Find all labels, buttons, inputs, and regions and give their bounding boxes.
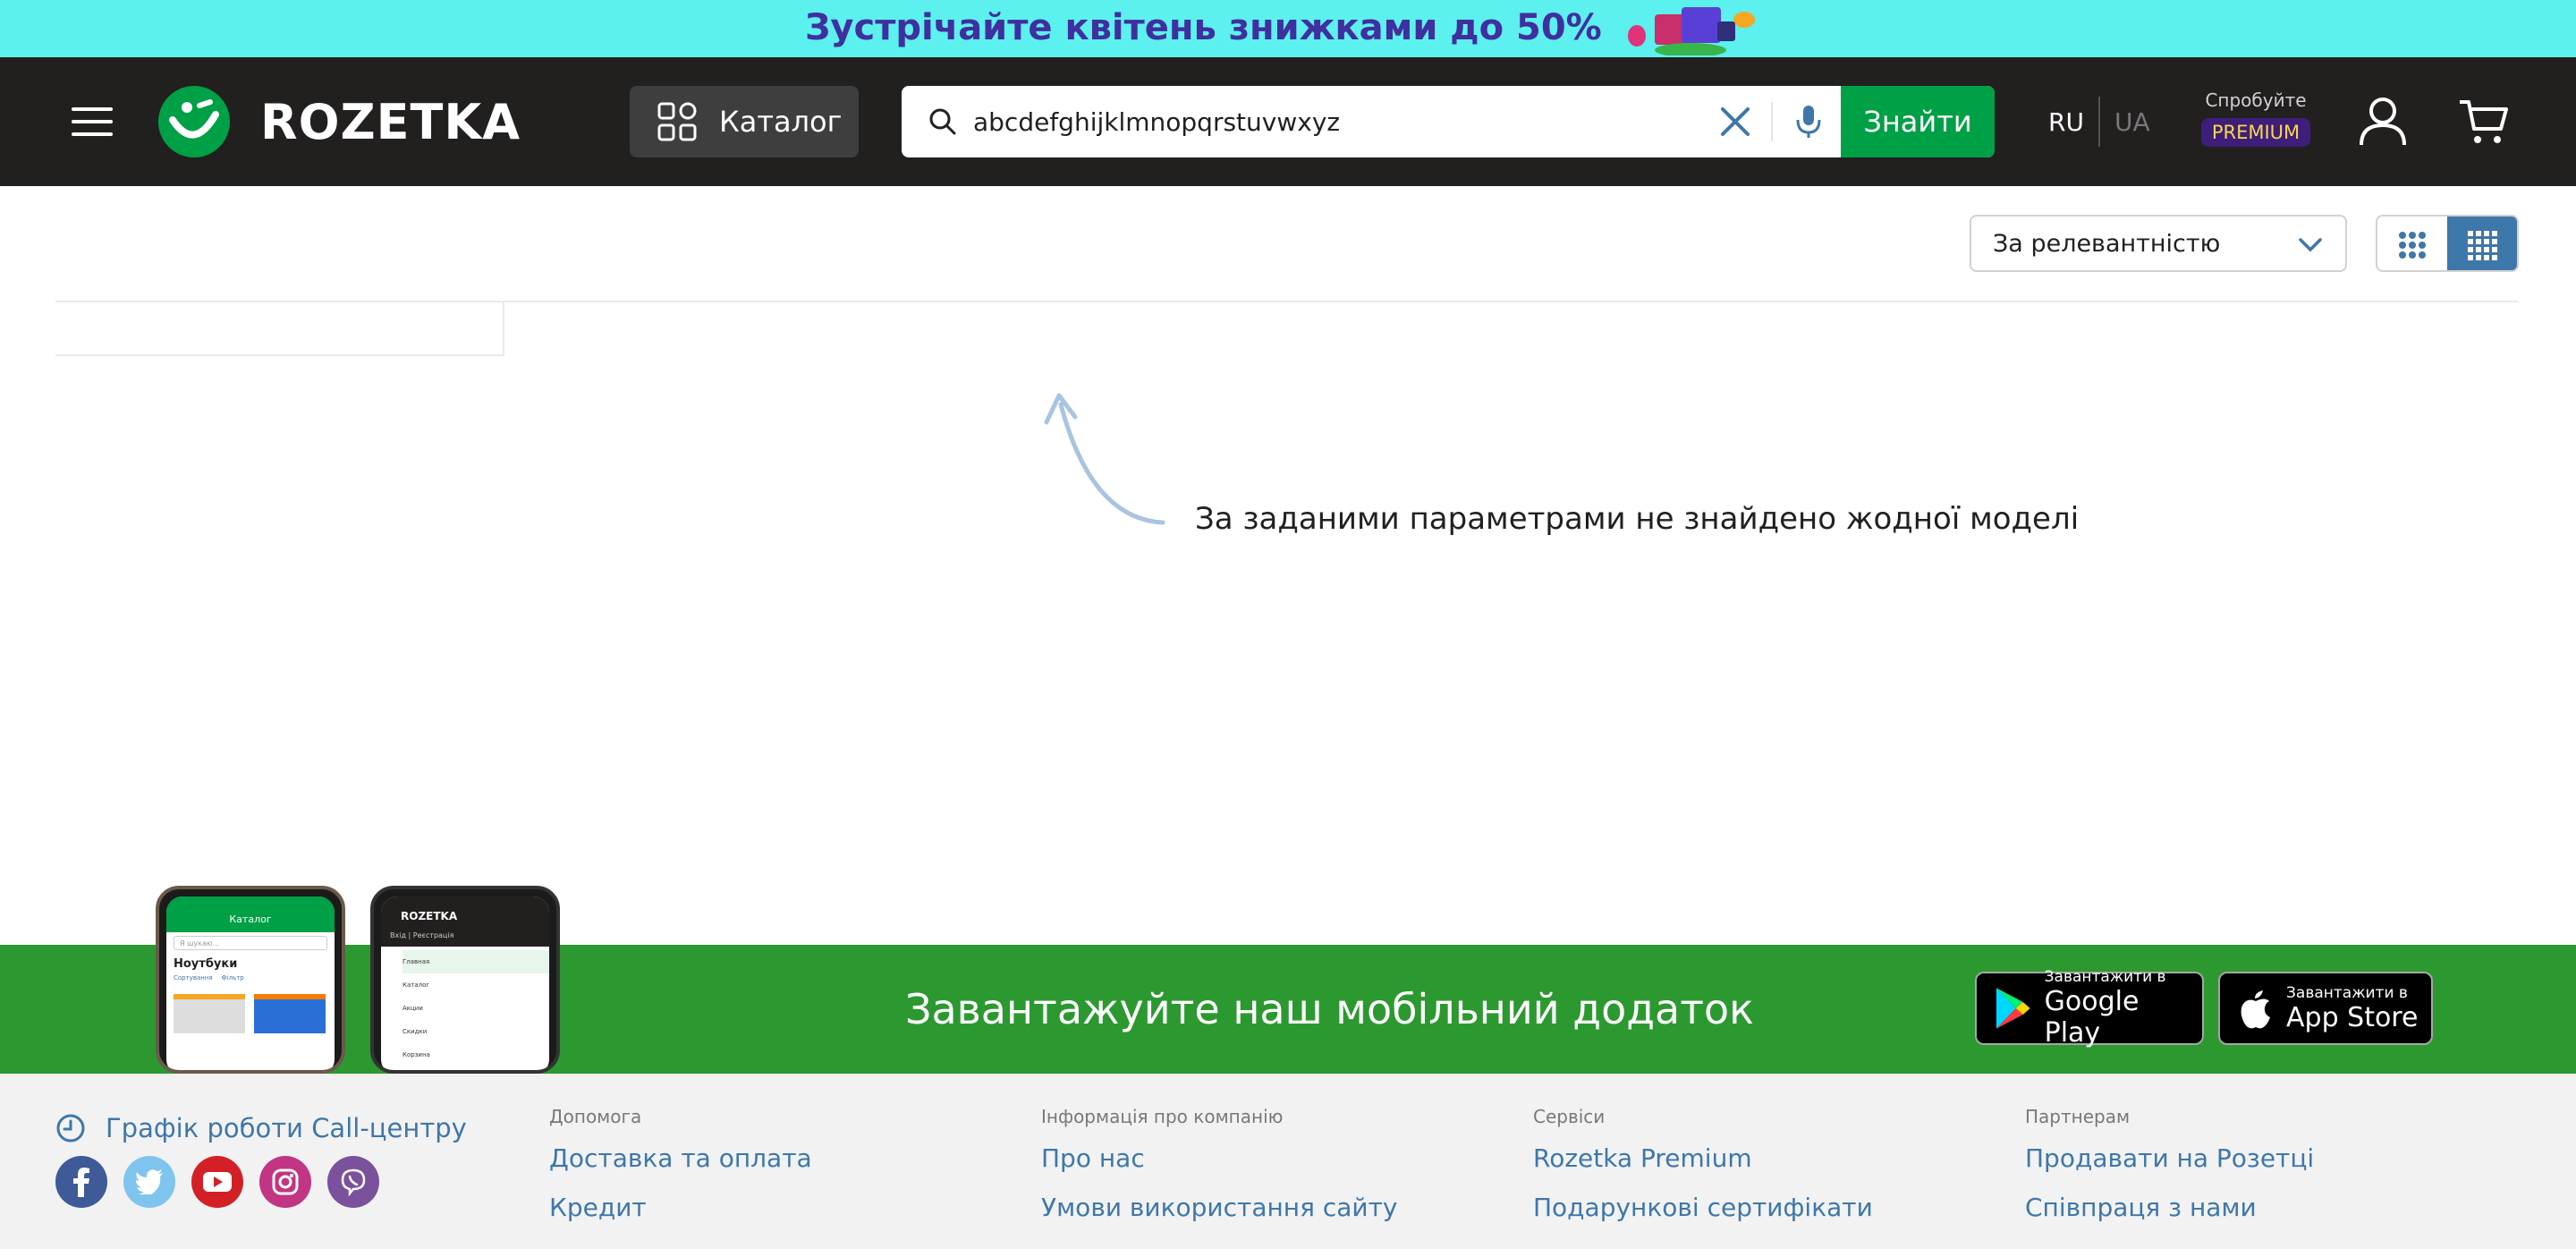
- catalog-label: Каталог: [719, 105, 843, 139]
- footer-column-title: Допомога: [549, 1106, 642, 1127]
- callcenter-link[interactable]: Графік роботи Call-центру: [55, 1113, 467, 1143]
- logo[interactable]: ROZETKA: [157, 84, 521, 159]
- phone2-menu-sales: Скидки: [402, 1028, 428, 1035]
- grid-small-button[interactable]: [2447, 217, 2517, 270]
- lang-ua[interactable]: UA: [2114, 107, 2150, 137]
- phone2-logo: ROZETKA: [381, 896, 549, 927]
- chevron-down-icon: [2299, 238, 2322, 252]
- apple-icon: [2241, 990, 2270, 1029]
- phone-mockup-catalog: Каталог Я шукаю... Ноутбуки Сортування Ф…: [156, 886, 345, 1074]
- curved-arrow-icon: [1044, 393, 1165, 525]
- site-header: ROZETKA Каталог Знайти RU UA: [0, 57, 2576, 186]
- search-bar: Знайти: [902, 86, 1995, 157]
- google-play-small: Завантажити в: [2044, 968, 2166, 986]
- catalog-button[interactable]: Каталог: [630, 86, 859, 157]
- footer-link[interactable]: Доставка та оплата: [549, 1143, 812, 1173]
- app-banner-title: Завантажуйте наш мобільний додаток: [905, 985, 1754, 1033]
- premium-try-label: Спробуйте: [2205, 89, 2307, 111]
- footer-column-partners: Партнерам Продавати на Розетці Співпраця…: [2025, 1106, 2314, 1242]
- google-play-text: Завантажити в Google Play: [2045, 968, 2202, 1049]
- filter-sidebar: [55, 302, 504, 356]
- footer-link[interactable]: Про нас: [1041, 1143, 1397, 1173]
- footer-column-title: Сервіси: [1533, 1106, 1606, 1127]
- phone1-search: Я шукаю...: [174, 936, 327, 950]
- footer-link[interactable]: Кредит: [549, 1193, 812, 1222]
- promo-gifts-art: [1628, 7, 1755, 55]
- sort-selected-label: За релевантністю: [1993, 229, 2221, 258]
- grid-large-button[interactable]: [2377, 217, 2447, 270]
- footer-link[interactable]: Продавати на Розетці: [2025, 1143, 2314, 1173]
- footer-link[interactable]: Подарункові сертифікати: [1533, 1193, 1873, 1222]
- social-links: [55, 1156, 379, 1208]
- phone2-menu-cart: Корзина: [402, 1051, 430, 1058]
- instagram-icon[interactable]: [259, 1156, 311, 1208]
- search-icon: [929, 108, 956, 135]
- search-divider: [1771, 102, 1773, 141]
- empty-state-message: За заданими параметрами не знайдено жодн…: [1195, 501, 2080, 537]
- user-icon[interactable]: [2358, 95, 2408, 149]
- footer-column-company: Інформація про компанію Про нас Умови ви…: [1041, 1106, 1397, 1242]
- app-store-small: Завантажити в: [2286, 983, 2408, 1002]
- phone2-menu-promo: Акции: [402, 1005, 423, 1012]
- catalog-grid-icon: [657, 102, 697, 141]
- footer-link[interactable]: Rozetka Premium: [1533, 1143, 1873, 1173]
- google-play-icon: [1996, 988, 2030, 1029]
- clock-icon: [56, 1114, 85, 1143]
- phone1-filter-sort: Сортування: [174, 974, 213, 981]
- footer: Графік роботи Call-центру Допомога Доста…: [0, 1074, 2576, 1249]
- footer-link[interactable]: Співпраця з нами: [2025, 1193, 2314, 1222]
- app-store-big: App Store: [2286, 1001, 2419, 1033]
- premium-promo[interactable]: Спробуйте PREMIUM: [2200, 89, 2311, 147]
- grid-small-icon: [2468, 231, 2497, 260]
- footer-link[interactable]: Умови використання сайту: [1041, 1193, 1397, 1222]
- facebook-icon[interactable]: [55, 1156, 107, 1208]
- promo-banner[interactable]: Зустрічайте квітень знижками до 50%: [0, 0, 2576, 57]
- phone1-header: Каталог: [166, 896, 335, 932]
- rozetka-smile-logo: [158, 86, 230, 157]
- phone1-filter: Фільтр: [221, 974, 244, 981]
- search-submit-button[interactable]: Знайти: [1841, 86, 1995, 157]
- menu-icon[interactable]: [72, 104, 113, 140]
- microphone-icon[interactable]: [1787, 100, 1830, 143]
- cart-icon[interactable]: [2458, 97, 2510, 147]
- footer-column-help: Допомога Доставка та оплата Кредит: [549, 1106, 812, 1242]
- google-play-big: Google Play: [2044, 986, 2140, 1049]
- phone1-section: Ноутбуки: [174, 957, 238, 971]
- phone2-menu-catalog: Каталог: [402, 981, 430, 989]
- logo-text: ROZETKA: [260, 93, 521, 150]
- footer-column-services: Сервіси Rozetka Premium Подарункові серт…: [1533, 1106, 1873, 1242]
- google-play-button[interactable]: Завантажити в Google Play: [1975, 968, 2204, 1049]
- premium-badge: PREMIUM: [2200, 118, 2311, 147]
- promo-text: Зустрічайте квітень знижками до 50%: [805, 7, 1602, 48]
- view-toggle: [2376, 215, 2519, 272]
- footer-column-title: Інформація про компанію: [1041, 1106, 1284, 1127]
- lang-divider: [2097, 97, 2100, 147]
- callcenter-label: Графік роботи Call-центру: [106, 1113, 467, 1143]
- sort-select[interactable]: За релевантністю: [1970, 215, 2347, 272]
- language-switch: RU UA: [2048, 97, 2150, 147]
- youtube-icon[interactable]: [191, 1156, 243, 1208]
- phone2-menu-main: Главная: [402, 950, 549, 973]
- phone2-auth: Вхід | Реєстрація: [381, 927, 549, 947]
- clear-icon[interactable]: [1716, 102, 1755, 141]
- app-store-text: Завантажити в App Store: [2286, 984, 2418, 1033]
- footer-column-title: Партнерам: [2025, 1106, 2131, 1127]
- lang-ru[interactable]: RU: [2048, 107, 2084, 137]
- twitter-icon[interactable]: [123, 1156, 175, 1208]
- phone-mockup-menu: ROZETKA Вхід | Реєстрація Главная Катало…: [370, 886, 560, 1074]
- grid-large-icon: [2399, 232, 2426, 259]
- viber-icon[interactable]: [327, 1156, 379, 1208]
- app-store-button[interactable]: Завантажити в App Store: [2218, 972, 2433, 1045]
- search-input[interactable]: [973, 86, 1689, 157]
